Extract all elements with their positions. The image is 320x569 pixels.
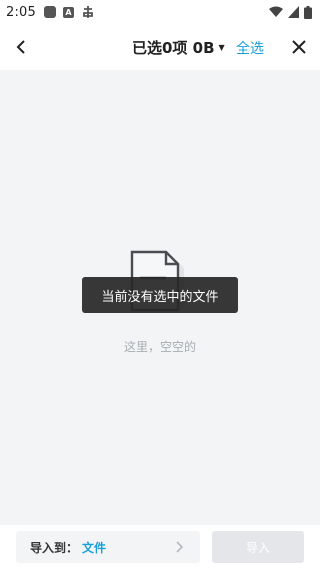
caret-down-icon: ▼ <box>218 42 225 52</box>
bottom-action-bar: 导入到： 文件 导入 <box>0 525 320 569</box>
cell-signal-icon <box>288 6 299 18</box>
select-all-button[interactable]: 全选 <box>236 38 264 58</box>
close-icon <box>292 40 306 54</box>
import-destination-selector[interactable]: 导入到： 文件 <box>16 531 200 563</box>
top-app-bar: 已选0项 0B ▼ 全选 <box>0 24 320 70</box>
battery-icon <box>304 5 312 19</box>
notification-glyph-icon <box>83 6 93 18</box>
selection-summary-dropdown[interactable]: 已选0项 0B ▼ <box>132 36 225 58</box>
status-notification-icons: A <box>44 5 95 19</box>
wifi-icon <box>269 6 283 17</box>
status-time: 2:05 <box>6 4 36 20</box>
app-square-icon <box>44 6 56 18</box>
import-button[interactable]: 导入 <box>212 531 304 563</box>
a-badge-icon: A <box>63 6 74 18</box>
close-button[interactable] <box>288 36 310 58</box>
chevron-left-icon <box>16 40 25 54</box>
status-bar: 2:05 A <box>0 0 320 24</box>
page-title: 已选0项 0B <box>132 38 215 57</box>
chevron-right-icon <box>176 541 184 553</box>
import-destination-label: 导入到： <box>30 540 79 555</box>
empty-state-text: 这里，空空的 <box>123 340 196 354</box>
file-list-area: 这里，空空的 当前没有选中的文件 <box>0 70 320 525</box>
status-system-icons <box>269 5 312 19</box>
toast-message: 当前没有选中的文件 <box>82 277 238 313</box>
back-button[interactable] <box>10 36 32 58</box>
import-destination-value: 文件 <box>82 540 107 555</box>
